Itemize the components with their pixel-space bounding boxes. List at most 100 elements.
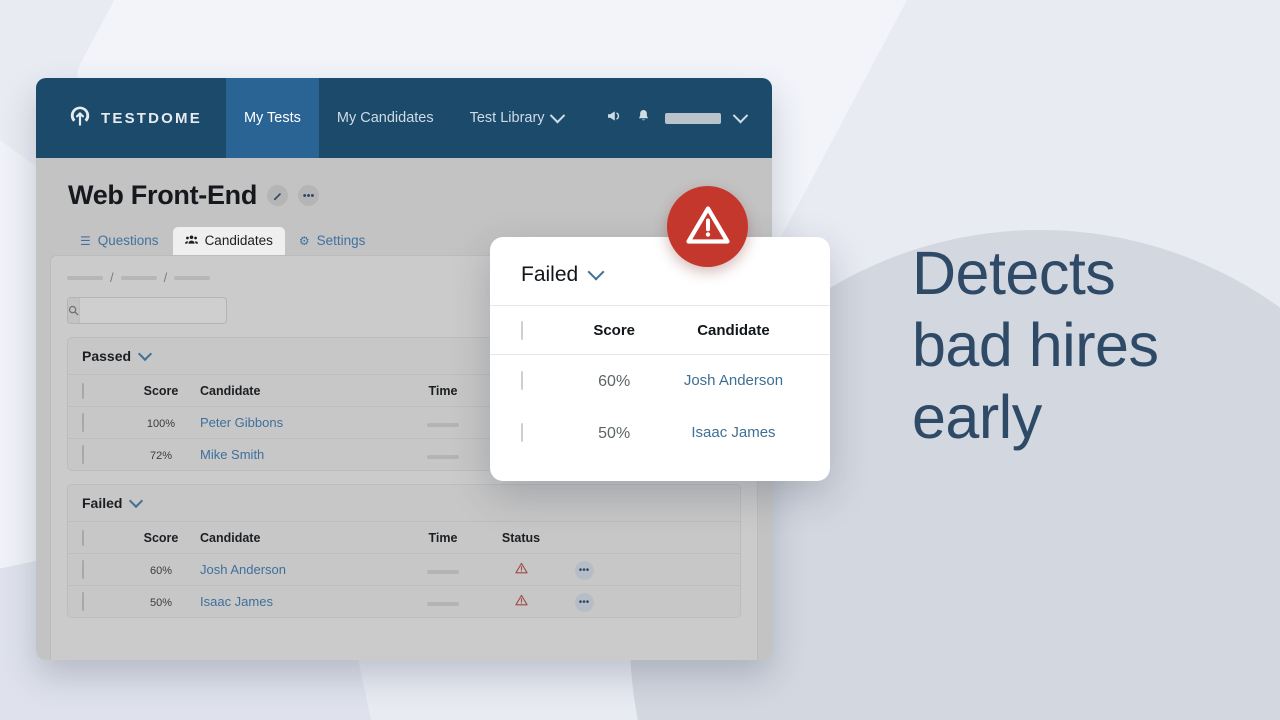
account-chevron-down-icon[interactable] bbox=[732, 107, 749, 123]
megaphone-icon[interactable] bbox=[606, 108, 622, 129]
column-candidate: Candidate bbox=[200, 383, 261, 398]
warning-triangle-icon bbox=[514, 562, 528, 576]
row-select-cell bbox=[82, 591, 122, 611]
callout-candidate-link[interactable]: Josh Anderson bbox=[684, 372, 783, 389]
group-title: Failed bbox=[82, 495, 123, 511]
time-placeholder bbox=[427, 422, 459, 427]
alert-badge bbox=[667, 186, 748, 267]
breadcrumb-separator: / bbox=[163, 270, 168, 285]
callout-row-score-value: 50% bbox=[598, 424, 631, 442]
row-score-cell: 100% bbox=[122, 414, 200, 432]
row-candidate-cell: Isaac James bbox=[200, 593, 400, 611]
row-candidate-cell: Mike Smith bbox=[200, 446, 400, 464]
search-box[interactable] bbox=[67, 297, 227, 324]
callout-table-row[interactable]: 50% Isaac James bbox=[490, 407, 830, 459]
top-navbar: TESTDOME My Tests My Candidates Test Lib… bbox=[36, 78, 772, 158]
navbar-right-cluster bbox=[606, 78, 772, 158]
row-score-value: 72% bbox=[149, 449, 173, 462]
nav-item-my-candidates[interactable]: My Candidates bbox=[319, 78, 452, 158]
select-all-cell bbox=[82, 382, 122, 399]
column-score: Score bbox=[143, 383, 179, 398]
ellipsis-icon: ••• bbox=[302, 189, 315, 202]
row-checkbox[interactable] bbox=[82, 559, 84, 579]
column-candidate: Candidate bbox=[200, 530, 261, 545]
row-candidate-cell: Peter Gibbons bbox=[200, 414, 400, 432]
search-icon bbox=[68, 298, 80, 323]
candidate-link[interactable]: Peter Gibbons bbox=[200, 415, 283, 430]
breadcrumb: / / bbox=[67, 270, 227, 285]
more-options-button[interactable]: ••• bbox=[298, 185, 320, 206]
callout-row-checkbox[interactable] bbox=[521, 423, 523, 442]
time-placeholder bbox=[427, 601, 459, 606]
callout-row-score-cell: 60% bbox=[569, 373, 658, 390]
chevron-down-icon[interactable] bbox=[129, 493, 144, 509]
tab-label: Questions bbox=[97, 233, 159, 248]
callout-title-row[interactable]: Failed bbox=[490, 237, 830, 287]
breadcrumb-placeholder[interactable] bbox=[67, 275, 103, 280]
column-score: Score bbox=[143, 530, 179, 545]
callout-row-candidate-cell: Josh Anderson bbox=[659, 372, 808, 390]
bell-icon[interactable] bbox=[636, 108, 651, 129]
table-column-headers: Score Candidate Time Status bbox=[68, 521, 740, 553]
toolbar-left: / / bbox=[67, 270, 227, 324]
brand-logo[interactable]: TESTDOME bbox=[36, 78, 226, 158]
callout-row-score-value: 60% bbox=[598, 372, 631, 390]
callout-row-score-cell: 50% bbox=[569, 425, 658, 442]
candidate-link[interactable]: Mike Smith bbox=[200, 447, 264, 462]
row-checkbox[interactable] bbox=[82, 412, 84, 432]
row-select-cell bbox=[82, 559, 122, 579]
edit-title-button[interactable] bbox=[267, 185, 289, 206]
marketing-headline: Detects bad hires early bbox=[912, 239, 1159, 451]
row-score-value: 60% bbox=[149, 564, 173, 577]
candidate-link[interactable]: Josh Anderson bbox=[200, 562, 286, 577]
row-status-cell bbox=[486, 593, 556, 611]
callout-candidate-link[interactable]: Isaac James bbox=[691, 424, 775, 441]
row-time-cell bbox=[400, 446, 486, 464]
gear-icon: ⚙ bbox=[298, 233, 310, 248]
column-time: Time bbox=[428, 530, 458, 545]
candidate-link[interactable]: Isaac James bbox=[200, 594, 273, 609]
nav-item-test-library[interactable]: Test Library bbox=[452, 78, 581, 158]
breadcrumb-placeholder[interactable] bbox=[174, 275, 211, 280]
search-input[interactable] bbox=[80, 298, 226, 323]
page-header: Web Front-End ••• bbox=[36, 180, 772, 211]
breadcrumb-placeholder[interactable] bbox=[120, 275, 157, 280]
row-score-cell: 50% bbox=[122, 593, 200, 611]
row-more-button[interactable]: ••• bbox=[574, 592, 594, 612]
chevron-down-icon[interactable] bbox=[137, 346, 153, 362]
callout-column-score: Score bbox=[593, 321, 636, 339]
row-time-cell bbox=[400, 561, 486, 579]
select-all-checkbox[interactable] bbox=[82, 382, 84, 399]
table-row[interactable]: 60% Josh Anderson ••• bbox=[68, 553, 740, 585]
row-more-button[interactable]: ••• bbox=[574, 560, 594, 580]
callout-row-checkbox[interactable] bbox=[521, 371, 523, 390]
group-failed: Failed Score Candidate Time Status 60% J… bbox=[67, 484, 741, 618]
row-candidate-cell: Josh Anderson bbox=[200, 561, 400, 579]
callout-column-headers: Score Candidate bbox=[490, 305, 830, 355]
tab-candidates[interactable]: Candidates bbox=[172, 227, 285, 255]
nav-item-my-tests[interactable]: My Tests bbox=[225, 78, 319, 158]
callout-select-all-checkbox[interactable] bbox=[521, 320, 523, 340]
callout-row-select-cell bbox=[521, 371, 569, 390]
chevron-down-icon[interactable] bbox=[587, 263, 605, 281]
row-status-cell bbox=[486, 561, 556, 579]
tab-questions[interactable]: ☰ Questions bbox=[68, 227, 171, 255]
nav-item-label: Test Library bbox=[469, 110, 545, 126]
time-placeholder bbox=[427, 569, 459, 574]
callout-table-row[interactable]: 60% Josh Anderson bbox=[490, 355, 830, 407]
time-placeholder bbox=[427, 454, 459, 459]
nav-item-label: My Tests bbox=[243, 110, 301, 126]
breadcrumb-separator: / bbox=[110, 270, 114, 285]
callout-column-candidate: Candidate bbox=[697, 321, 770, 339]
row-checkbox[interactable] bbox=[82, 591, 84, 611]
table-row[interactable]: 50% Isaac James ••• bbox=[68, 585, 740, 617]
select-all-checkbox[interactable] bbox=[82, 529, 84, 546]
row-score-value: 100% bbox=[146, 417, 176, 430]
group-header-failed[interactable]: Failed bbox=[68, 485, 740, 521]
row-checkbox[interactable] bbox=[82, 444, 84, 464]
row-select-cell bbox=[82, 444, 122, 464]
row-actions-cell: ••• bbox=[556, 592, 612, 612]
row-score-value: 50% bbox=[149, 596, 173, 609]
brand-logo-text: TESTDOME bbox=[101, 109, 202, 127]
tab-settings[interactable]: ⚙ Settings bbox=[287, 227, 378, 255]
